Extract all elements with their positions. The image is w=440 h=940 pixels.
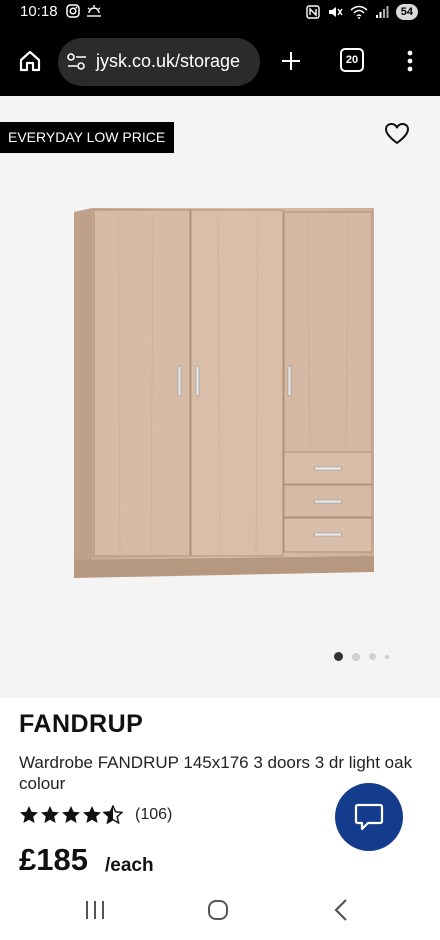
carousel-dot[interactable]	[385, 654, 389, 659]
star-icon	[41, 806, 59, 823]
heart-icon[interactable]	[384, 122, 410, 146]
instagram-icon	[66, 4, 80, 18]
new-tab-button[interactable]	[276, 46, 306, 76]
home-circle-icon[interactable]	[207, 899, 229, 921]
status-bar: 10:18 54	[0, 0, 440, 26]
chat-button[interactable]	[335, 783, 403, 851]
status-time: 10:18	[20, 3, 58, 20]
battery-icon: 54	[395, 4, 418, 20]
wifi-icon	[350, 5, 368, 19]
review-count[interactable]: (106)	[135, 806, 172, 824]
tab-switcher-icon[interactable]: 20	[340, 48, 364, 72]
star-icon	[62, 806, 80, 823]
star-rating	[19, 805, 123, 824]
url-bar[interactable]: jysk.co.uk/storage	[58, 38, 260, 86]
recents-icon[interactable]	[84, 899, 106, 921]
product-brand: FANDRUP	[19, 710, 144, 738]
system-navigation-bar	[0, 880, 440, 940]
url-text[interactable]: jysk.co.uk/storage	[96, 51, 240, 72]
carousel-pagination[interactable]	[334, 652, 389, 661]
product-price: £185	[19, 842, 88, 877]
home-button[interactable]	[14, 45, 46, 77]
site-settings-icon[interactable]	[66, 52, 88, 72]
wardrobe-product-image	[74, 208, 374, 578]
everyday-low-price-badge: EVERYDAY LOW PRICE	[0, 122, 175, 153]
chat-bubble-icon	[354, 803, 384, 831]
star-icon	[83, 806, 101, 823]
carousel-dot[interactable]	[369, 653, 376, 660]
carousel-dot[interactable]	[352, 652, 360, 661]
mute-icon	[328, 7, 343, 17]
weather-icon	[87, 5, 101, 17]
product-rating[interactable]: (106)	[19, 805, 172, 824]
star-icon	[20, 806, 38, 823]
price-unit: /each	[105, 855, 154, 876]
back-icon[interactable]	[333, 898, 349, 922]
browser-toolbar: jysk.co.uk/storage 20	[0, 26, 440, 96]
signal-icon	[375, 6, 389, 18]
carousel-dot-active[interactable]	[334, 652, 343, 661]
nfc-icon	[306, 5, 320, 19]
home-icon	[19, 50, 41, 72]
more-vert-icon[interactable]	[398, 48, 422, 74]
product-image-carousel[interactable]: EVERYDAY LOW PRICE	[0, 96, 440, 698]
half-star-icon	[103, 805, 123, 824]
plus-icon	[282, 52, 300, 70]
